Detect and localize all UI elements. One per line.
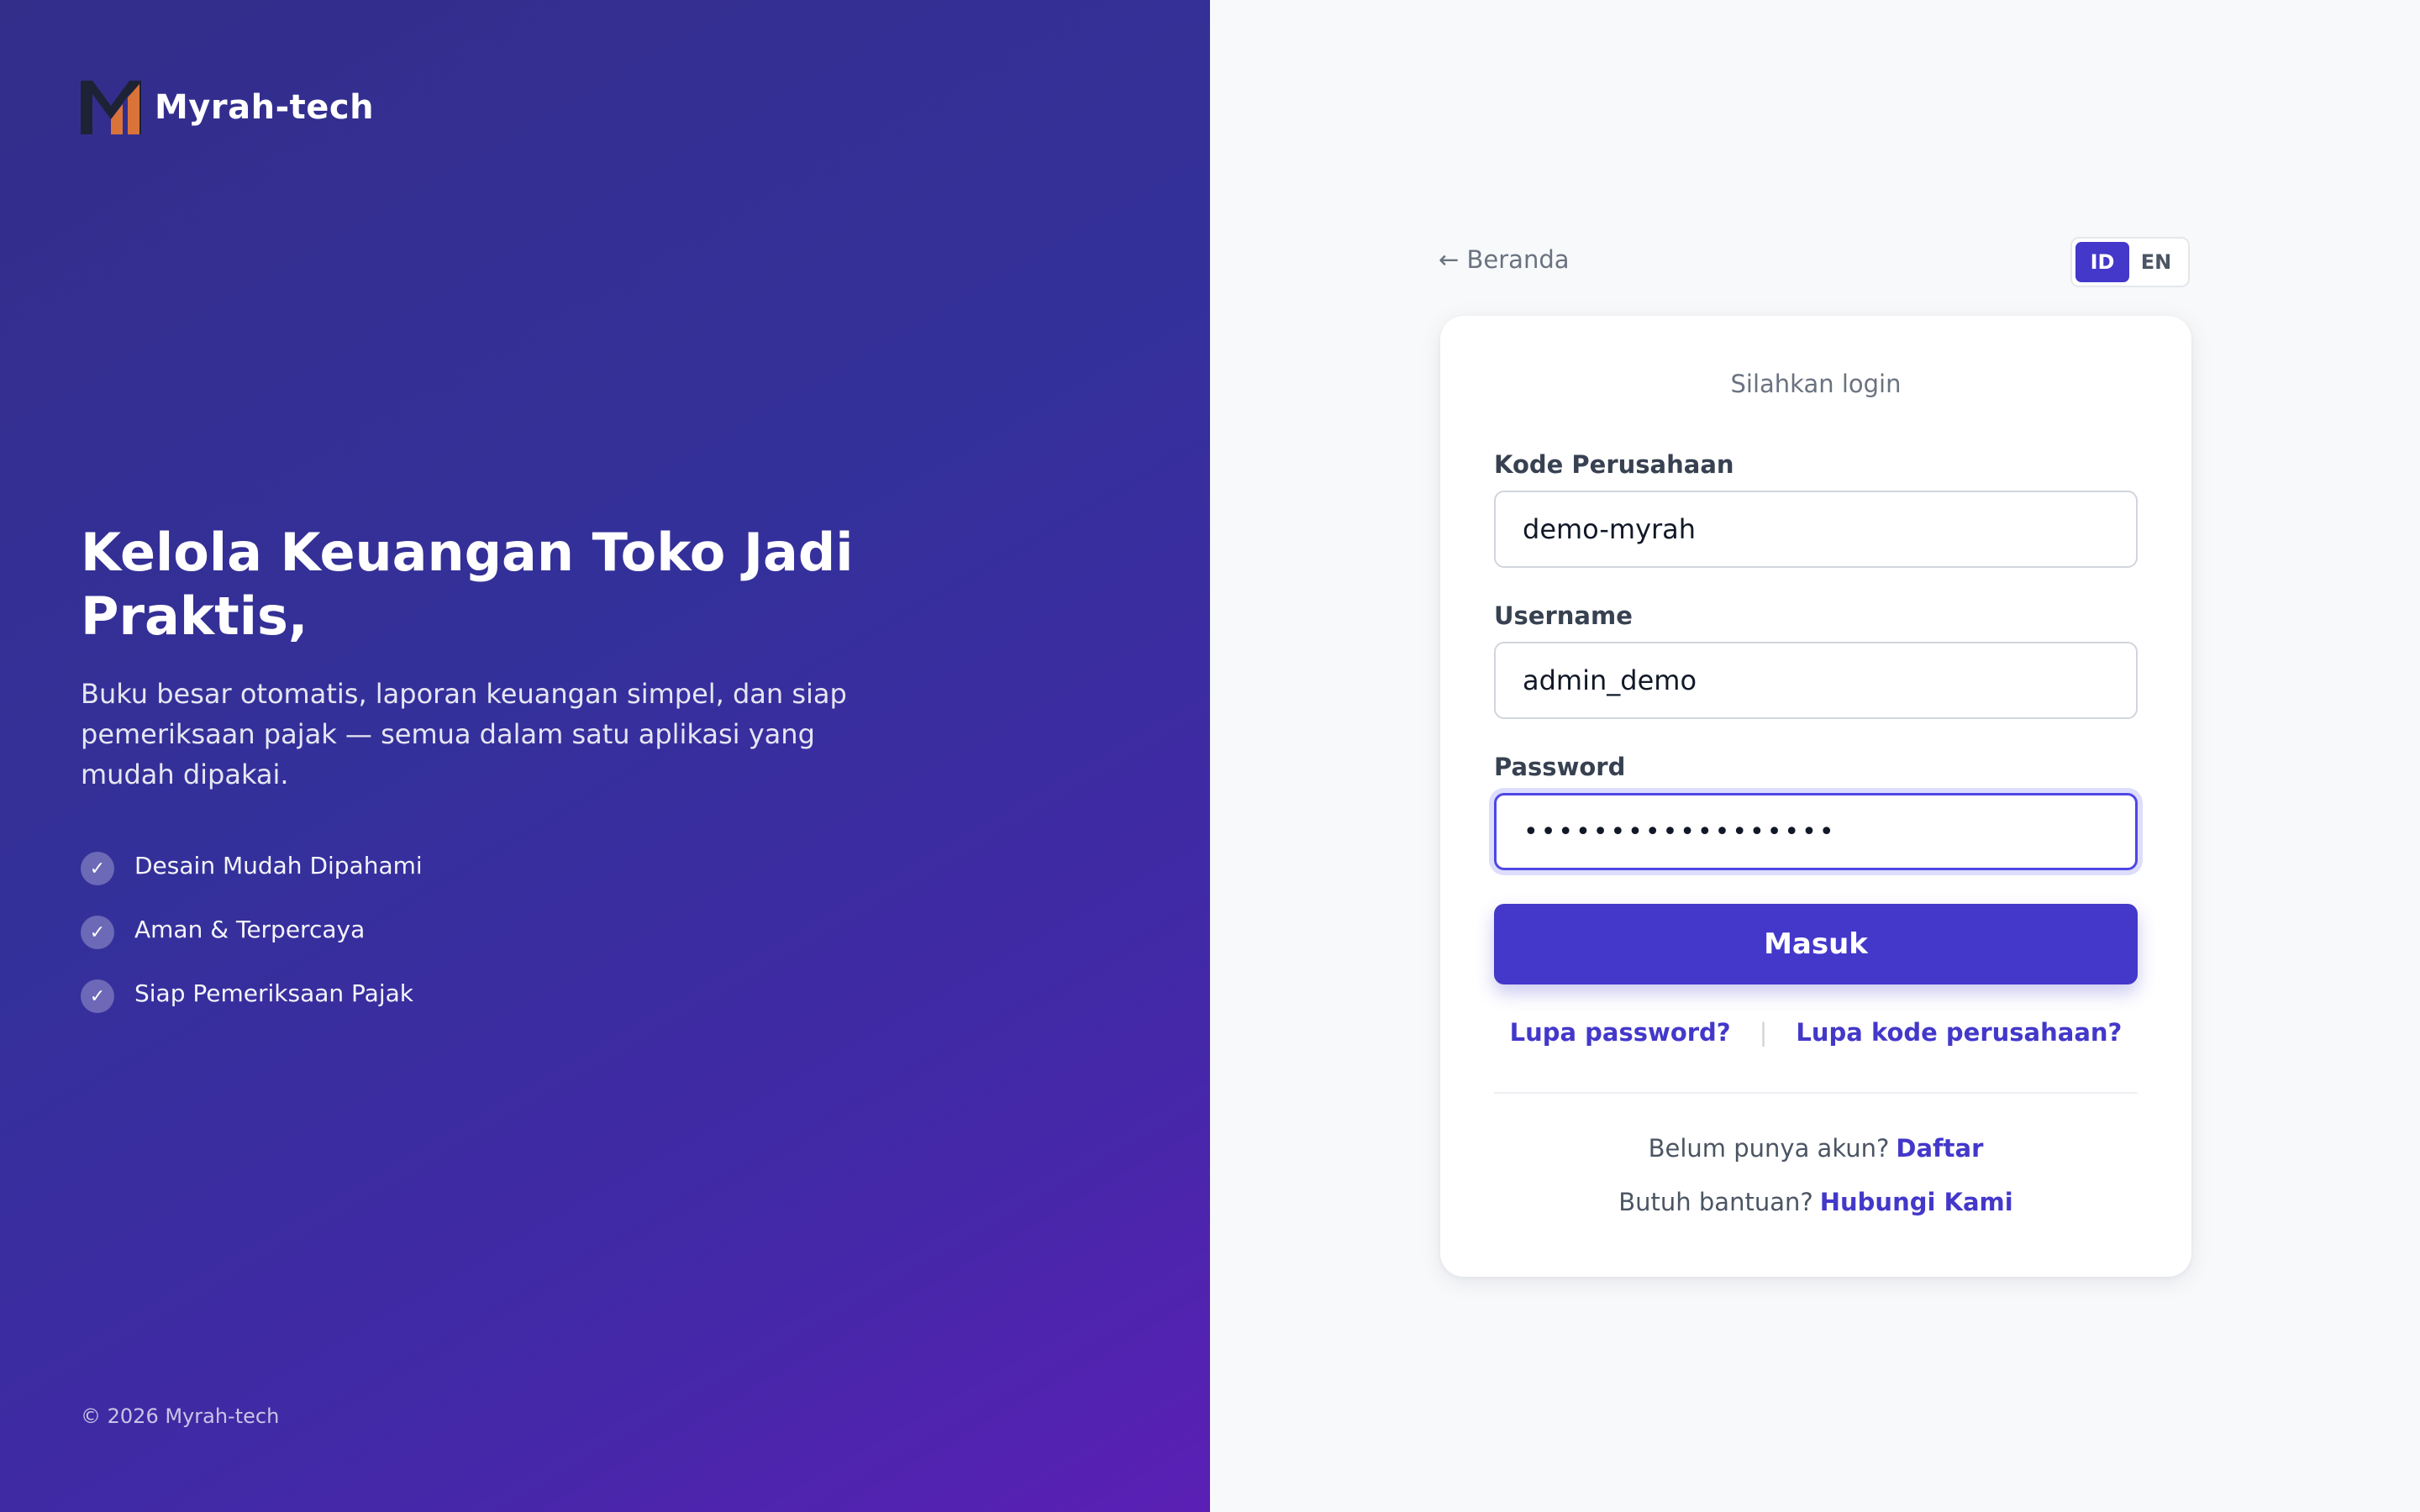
feature-label: Siap Pemeriksaan Pajak [134, 979, 413, 1007]
language-en-button[interactable]: EN [2129, 242, 2183, 282]
login-subtitle: Silahkan login [1730, 370, 1902, 398]
check-icon: ✓ [81, 979, 114, 1013]
username-label: Username [1494, 601, 1633, 630]
feature-item: ✓ Desain Mudah Dipahami [81, 848, 423, 885]
feature-item: ✓ Siap Pemeriksaan Pajak [81, 976, 423, 1013]
password-label: Password [1494, 753, 1626, 781]
copyright: © 2026 Myrah-tech [81, 1404, 280, 1428]
brand[interactable]: Myrah-tech [81, 81, 374, 134]
login-submit-button[interactable]: Masuk [1494, 904, 2138, 984]
help-prompt: Butuh bantuan? [1618, 1188, 1813, 1216]
link-separator: | [1759, 1018, 1768, 1047]
brand-logo-icon [81, 81, 141, 134]
brand-name: Myrah-tech [155, 88, 375, 127]
feature-item: ✓ Aman & Terpercaya [81, 912, 423, 949]
password-input[interactable] [1494, 793, 2138, 870]
feature-label: Aman & Terpercaya [134, 915, 366, 943]
forgot-company-code-link[interactable]: Lupa kode perusahaan? [1796, 1018, 2122, 1047]
login-topbar: ← Beranda ID EN [1439, 235, 2190, 287]
hero-description: Buku besar otomatis, laporan keuangan si… [81, 678, 847, 790]
forgot-password-link[interactable]: Lupa password? [1510, 1018, 1731, 1047]
company-code-label: Kode Perusahaan [1494, 450, 1734, 479]
register-line: Belum punya akun? Daftar [1440, 1134, 2191, 1163]
recovery-links: Lupa password? | Lupa kode perusahaan? [1440, 1018, 2191, 1047]
contact-link[interactable]: Hubungi Kami [1820, 1188, 2013, 1216]
help-line: Butuh bantuan? Hubungi Kami [1440, 1188, 2191, 1216]
register-prompt: Belum punya akun? [1648, 1134, 1890, 1163]
hero-panel: Myrah-tech Kelola Keuangan Toko Jadi Pra… [0, 0, 1210, 1512]
feature-label: Desain Mudah Dipahami [134, 851, 423, 879]
register-link[interactable]: Daftar [1896, 1134, 1983, 1163]
home-link[interactable]: ← Beranda [1439, 245, 1570, 274]
language-id-button[interactable]: ID [2075, 242, 2129, 282]
check-icon: ✓ [81, 916, 114, 949]
language-switcher: ID EN [2070, 237, 2190, 287]
check-icon: ✓ [81, 852, 114, 885]
divider [1494, 1092, 2138, 1094]
username-input[interactable] [1494, 642, 2138, 719]
company-code-input[interactable] [1494, 491, 2138, 568]
hero-title: Kelola Keuangan Toko Jadi Praktis, [81, 522, 854, 647]
login-card: Silahkan login Kode Perusahaan Username … [1440, 316, 2191, 1277]
feature-list: ✓ Desain Mudah Dipahami ✓ Aman & Terperc… [81, 848, 423, 1040]
